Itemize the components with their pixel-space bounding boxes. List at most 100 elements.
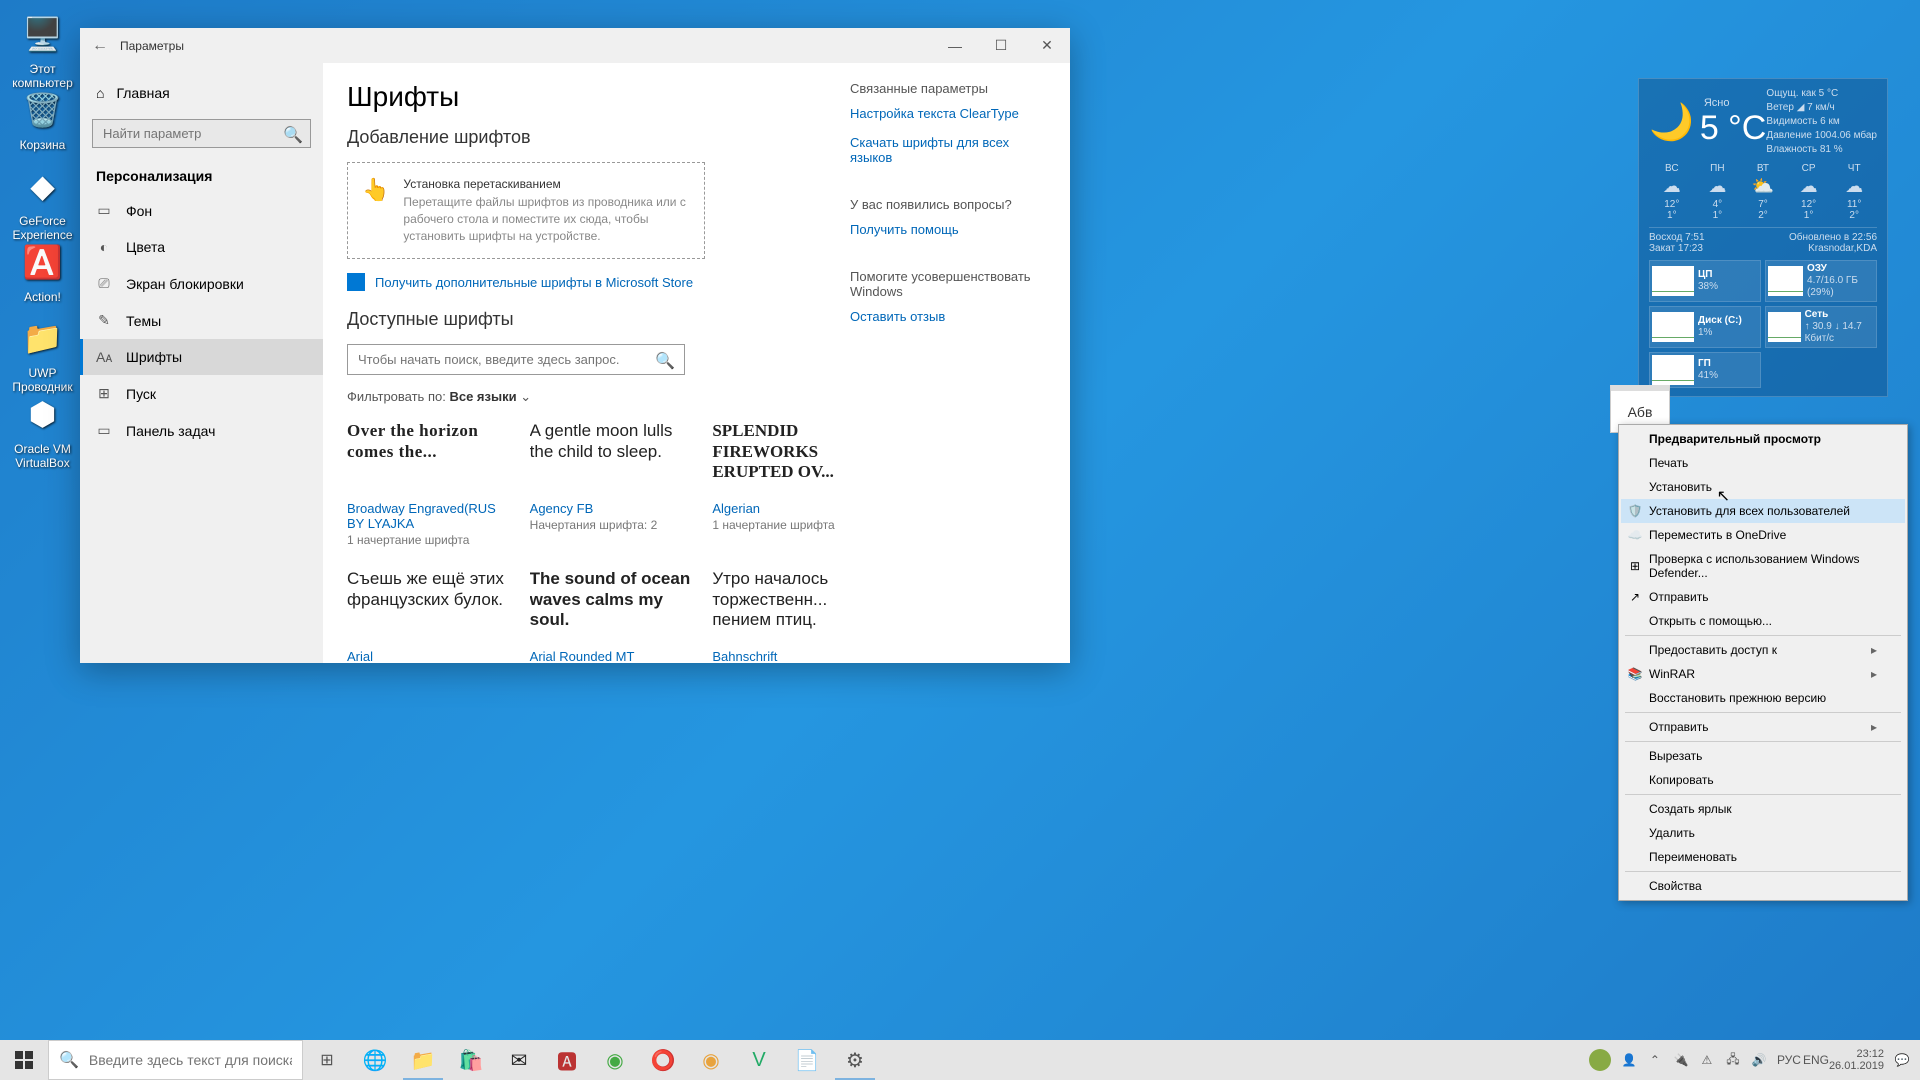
context-menu-item[interactable]: 🛡️Установить для всех пользователей (1621, 499, 1905, 523)
taskbar-app-opera[interactable]: ⭕ (639, 1040, 687, 1080)
context-menu-item[interactable]: Предоставить доступ к▸ (1621, 638, 1905, 662)
get-help-link[interactable]: Получить помощь (850, 222, 1050, 237)
drag-icon: 👆 (362, 177, 389, 203)
menu-item-icon: ⊞ (1627, 559, 1643, 573)
font-card[interactable]: A gentle moon lulls the child to sleep.A… (530, 421, 695, 547)
start-button[interactable] (0, 1040, 48, 1080)
clock[interactable]: 23:12 26.01.2019 (1829, 1048, 1884, 1072)
feedback-link[interactable]: Оставить отзыв (850, 309, 1050, 324)
sidebar: ⌂Главная 🔍 Персонализация ▭Фон◐Цвета⎚Экр… (80, 63, 323, 663)
nav-icon: ▭ (96, 202, 112, 219)
sidebar-item-Темы[interactable]: ✎Темы (80, 302, 323, 339)
store-link[interactable]: Получить дополнительные шрифты в Microso… (375, 275, 693, 290)
desktop-glyph-icon: ⬢ (19, 390, 67, 438)
volume-icon[interactable]: 🔊 (1751, 1053, 1767, 1067)
font-filter[interactable]: Фильтровать по: Все языки ⌄ (347, 389, 1046, 405)
font-card[interactable]: The sound of ocean waves calms my soul.A… (530, 569, 695, 663)
people-icon[interactable]: 👤 (1621, 1053, 1637, 1067)
perf-item: ГП41% (1649, 352, 1761, 388)
download-fonts-link[interactable]: Скачать шрифты для всех языков (850, 135, 1050, 165)
taskbar-app-edge[interactable]: 🌐 (351, 1040, 399, 1080)
close-button[interactable]: ✕ (1024, 28, 1070, 63)
sidebar-item-Пуск[interactable]: ⊞Пуск (80, 375, 323, 412)
keyboard-layout[interactable]: ENG (1803, 1053, 1819, 1067)
submenu-arrow-icon: ▸ (1871, 643, 1877, 657)
network-icon[interactable]: 🖧 (1725, 1050, 1741, 1071)
desktop-glyph-icon: 🅰️ (19, 238, 67, 286)
desktop-icon-3[interactable]: 🅰️Action! (5, 238, 80, 304)
tray-expand-icon[interactable]: ⌃ (1647, 1053, 1663, 1067)
taskbar-app-notepad[interactable]: 📄 (783, 1040, 831, 1080)
sidebar-item-Шрифты[interactable]: AᴀШрифты (80, 339, 323, 375)
settings-search[interactable]: 🔍 (92, 119, 311, 148)
context-menu-item[interactable]: Предварительный просмотр (1621, 427, 1905, 451)
context-menu-item[interactable]: Создать ярлык (1621, 797, 1905, 821)
related-pane: Связанные параметры Настройка текста Cle… (850, 81, 1050, 338)
minimize-button[interactable]: — (932, 28, 978, 63)
sidebar-item-Фон[interactable]: ▭Фон (80, 192, 323, 229)
context-menu-item[interactable]: 📚WinRAR▸ (1621, 662, 1905, 686)
context-menu-item[interactable]: Печать (1621, 451, 1905, 475)
context-menu-item[interactable]: Восстановить прежнюю версию (1621, 686, 1905, 710)
desktop-icon-2[interactable]: ◆GeForce Experience (5, 162, 80, 242)
context-menu-item[interactable]: Вырезать (1621, 744, 1905, 768)
task-view-button[interactable]: ⊞ (303, 1040, 351, 1080)
taskbar-app-app-v[interactable]: V (735, 1040, 783, 1080)
nav-icon: ⊞ (96, 385, 112, 402)
settings-search-input[interactable] (92, 119, 311, 148)
context-menu-item[interactable]: Копировать (1621, 768, 1905, 792)
context-menu-item[interactable]: Свойства (1621, 874, 1905, 898)
context-menu-item[interactable]: Удалить (1621, 821, 1905, 845)
sidebar-item-Цвета[interactable]: ◐Цвета (80, 229, 323, 265)
desktop-icon-1[interactable]: 🗑️Корзина (5, 86, 80, 152)
context-menu-item[interactable]: Открыть с помощью... (1621, 609, 1905, 633)
sidebar-item-Экран блокировки[interactable]: ⎚Экран блокировки (80, 265, 323, 302)
forecast-day: ВТ⛅7°2° (1740, 163, 1786, 221)
warning-icon[interactable]: ⚠ (1699, 1053, 1715, 1067)
home-icon: ⌂ (96, 85, 104, 101)
font-search[interactable]: 🔍 (347, 344, 685, 375)
context-menu-item[interactable]: Переименовать (1621, 845, 1905, 869)
notifications-icon[interactable]: 💬 (1894, 1053, 1910, 1067)
taskbar-app-settings[interactable]: ⚙ (831, 1040, 879, 1080)
context-menu-item[interactable]: ↗Отправить (1621, 585, 1905, 609)
font-dropzone[interactable]: 👆 Установка перетаскиванием Перетащите ф… (347, 162, 705, 259)
titlebar: ← Параметры — ☐ ✕ (80, 28, 1070, 63)
context-menu-item[interactable]: Установить (1621, 475, 1905, 499)
context-menu-item[interactable]: ⊞Проверка с использованием Windows Defen… (1621, 547, 1905, 585)
font-card[interactable]: SPLENDID FIREWORKS ERUPTED OV...Algerian… (712, 421, 877, 547)
nav-icon: ✎ (96, 312, 112, 329)
desktop-glyph-icon: 📁 (19, 314, 67, 362)
menu-item-icon: ↗ (1627, 590, 1643, 604)
cleartype-link[interactable]: Настройка текста ClearType (850, 106, 1050, 121)
usb-icon[interactable]: 🔌 (1673, 1053, 1689, 1067)
back-button[interactable]: ← (88, 34, 112, 58)
desktop-icon-0[interactable]: 🖥️Этот компьютер (5, 10, 80, 90)
perf-chart-icon (1652, 355, 1694, 385)
font-card[interactable]: Over the horizon comes the...Broadway En… (347, 421, 512, 547)
taskbar-search-input[interactable] (89, 1052, 292, 1068)
submenu-arrow-icon: ▸ (1871, 667, 1877, 681)
menu-item-icon: ☁️ (1627, 528, 1643, 542)
sidebar-item-Панель задач[interactable]: ▭Панель задач (80, 412, 323, 449)
taskbar-app-chrome[interactable]: ◉ (687, 1040, 735, 1080)
perf-chart-icon (1652, 266, 1694, 296)
sidebar-home[interactable]: ⌂Главная (80, 75, 323, 111)
taskbar-app-app-globe[interactable]: ◉ (591, 1040, 639, 1080)
taskbar-app-store[interactable]: 🛍️ (447, 1040, 495, 1080)
lang-indicator[interactable]: РУС (1777, 1053, 1793, 1067)
taskbar-app-app-a[interactable]: 🅰 (543, 1040, 591, 1080)
forecast-day: ЧТ☁11°2° (1831, 163, 1877, 221)
taskbar-app-explorer[interactable]: 📁 (399, 1040, 447, 1080)
font-card[interactable]: Съешь же ещё этих французских булок.Aria… (347, 569, 512, 663)
taskbar-search[interactable]: 🔍 (48, 1040, 303, 1080)
context-menu-item[interactable]: ☁️Переместить в OneDrive (1621, 523, 1905, 547)
context-menu-item[interactable]: Отправить▸ (1621, 715, 1905, 739)
maximize-button[interactable]: ☐ (978, 28, 1024, 63)
desktop-icon-5[interactable]: ⬢Oracle VM VirtualBox (5, 390, 80, 470)
font-search-input[interactable] (347, 344, 685, 375)
taskbar-app-mail[interactable]: ✉ (495, 1040, 543, 1080)
user-avatar-icon[interactable] (1589, 1049, 1611, 1071)
font-card[interactable]: Утро началось торжественн... пением птиц… (712, 569, 877, 663)
desktop-icon-4[interactable]: 📁UWP Проводник (5, 314, 80, 394)
